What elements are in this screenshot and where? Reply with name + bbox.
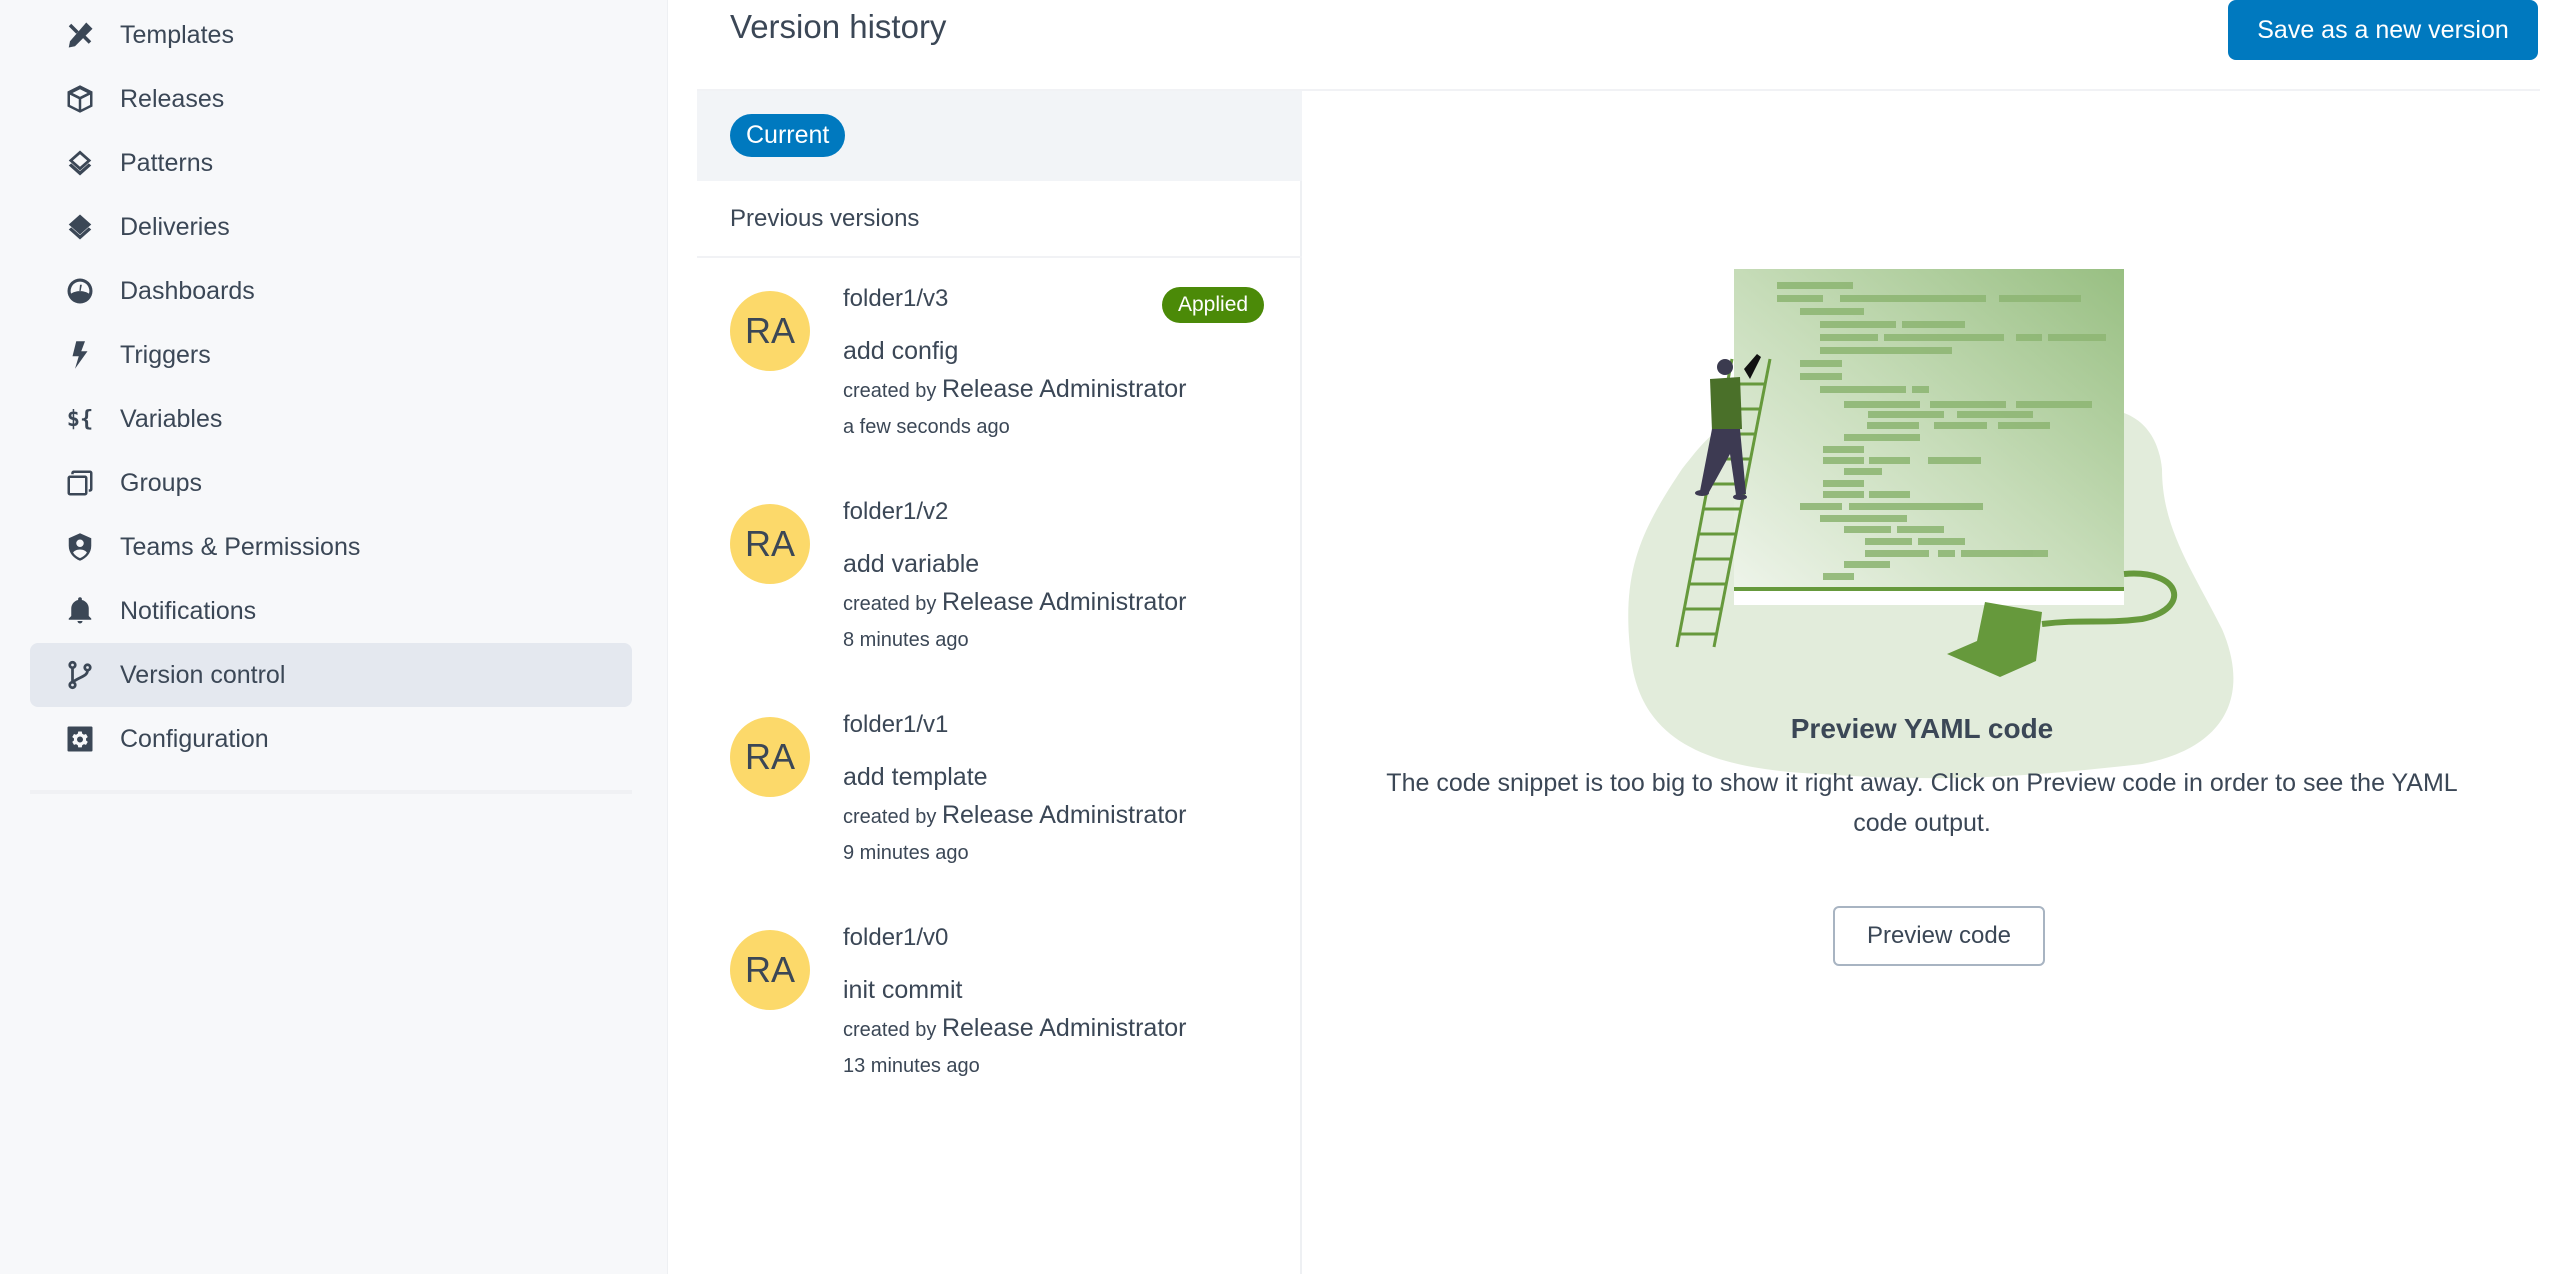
version-list-item[interactable]: RA folder1/v0 init commit created by Rel… — [697, 910, 1302, 1110]
sidebar-divider — [30, 790, 632, 794]
applied-badge: Applied — [1162, 287, 1265, 323]
avatar: RA — [730, 930, 810, 1010]
sidebar-item-version-control[interactable]: Version control — [30, 643, 632, 707]
version-created-by: created by Release Administrator — [843, 801, 1187, 830]
sidebar: Templates Releases Patterns Deliveries D… — [0, 0, 668, 1274]
code-illustration — [1628, 269, 2234, 779]
sidebar-item-label: Version control — [120, 660, 286, 689]
sidebar-item-templates[interactable]: Templates — [30, 3, 632, 67]
sidebar-item-label: Releases — [120, 84, 225, 113]
version-control-icon — [64, 659, 96, 691]
sidebar-item-variables[interactable]: ${ Variables — [30, 387, 632, 451]
created-by-label: created by — [843, 806, 937, 828]
sidebar-item-patterns[interactable]: Patterns — [30, 131, 632, 195]
version-created-by: created by Release Administrator — [843, 588, 1187, 617]
version-list-item[interactable]: RA folder1/v2 add variable created by Re… — [697, 484, 1302, 684]
page-title: Version history — [730, 8, 947, 45]
sidebar-item-teams-permissions[interactable]: Teams & Permissions — [30, 515, 632, 579]
version-list-item[interactable]: RA folder1/v1 add template created by Re… — [697, 697, 1302, 897]
notifications-icon — [64, 595, 96, 627]
groups-icon — [64, 467, 96, 499]
version-author: Release Administrator — [941, 375, 1187, 403]
version-time: 9 minutes ago — [843, 842, 969, 864]
version-list-item[interactable]: RA folder1/v3 Applied add config created… — [697, 271, 1302, 471]
version-name: folder1/v1 — [843, 711, 949, 738]
version-time: a few seconds ago — [843, 416, 1010, 438]
previous-versions-heading: Previous versions — [730, 205, 920, 232]
save-as-new-version-button[interactable]: Save as a new version — [2228, 0, 2538, 60]
version-name: folder1/v3 — [843, 285, 949, 312]
version-author: Release Administrator — [941, 1014, 1187, 1042]
sidebar-item-notifications[interactable]: Notifications — [30, 579, 632, 643]
preview-description: The code snippet is too big to show it r… — [1386, 769, 2458, 837]
version-message: add config — [843, 337, 959, 365]
preview-title: Preview YAML code — [1790, 713, 2054, 744]
sidebar-item-deliveries[interactable]: Deliveries — [30, 195, 632, 259]
avatar: RA — [730, 717, 810, 797]
created-by-label: created by — [843, 593, 937, 615]
created-by-label: created by — [843, 1019, 937, 1041]
sidebar-item-configuration[interactable]: Configuration — [30, 707, 632, 771]
sidebar-item-label: Triggers — [120, 340, 211, 369]
version-time: 8 minutes ago — [843, 629, 969, 651]
version-message: add template — [843, 763, 988, 791]
version-message: init commit — [843, 976, 963, 1004]
current-badge[interactable]: Current — [730, 114, 846, 157]
templates-icon — [64, 19, 96, 51]
sidebar-item-label: Notifications — [120, 596, 257, 625]
version-author: Release Administrator — [941, 801, 1187, 829]
sidebar-item-label: Variables — [120, 404, 223, 433]
preview-code-button[interactable]: Preview code — [1833, 906, 2045, 966]
current-version-row[interactable]: Current — [697, 91, 1302, 181]
sidebar-item-dashboards[interactable]: Dashboards — [30, 259, 632, 323]
version-message: add variable — [843, 550, 980, 578]
patterns-icon — [64, 147, 96, 179]
sidebar-item-label: Dashboards — [120, 276, 255, 305]
sidebar-item-releases[interactable]: Releases — [30, 67, 632, 131]
previous-versions-divider — [697, 256, 1302, 258]
releases-icon — [64, 83, 96, 115]
version-list-panel: Current Previous versions RA folder1/v3 … — [697, 91, 1302, 1274]
variables-icon: ${ — [66, 406, 94, 432]
version-time: 13 minutes ago — [843, 1055, 980, 1077]
version-name: folder1/v0 — [843, 924, 949, 951]
configuration-icon — [64, 723, 96, 755]
sidebar-item-label: Teams & Permissions — [120, 532, 361, 561]
avatar: RA — [730, 504, 810, 584]
teams-permissions-icon — [64, 531, 96, 563]
version-created-by: created by Release Administrator — [843, 1014, 1187, 1043]
sidebar-item-label: Configuration — [120, 724, 269, 753]
sidebar-item-label: Deliveries — [120, 212, 230, 241]
sidebar-item-label: Groups — [120, 468, 202, 497]
created-by-label: created by — [843, 380, 937, 402]
version-author: Release Administrator — [941, 588, 1187, 616]
sidebar-item-groups[interactable]: Groups — [30, 451, 632, 515]
sidebar-item-triggers[interactable]: Triggers — [30, 323, 632, 387]
yaml-preview-panel: Preview YAML code The code snippet is to… — [1304, 91, 2540, 1274]
dashboards-icon — [64, 275, 96, 307]
sidebar-item-label: Patterns — [120, 148, 214, 177]
sidebar-item-label: Templates — [120, 20, 234, 49]
version-created-by: created by Release Administrator — [843, 375, 1187, 404]
deliveries-icon — [64, 211, 96, 243]
avatar: RA — [730, 291, 810, 371]
version-name: folder1/v2 — [843, 498, 949, 525]
triggers-icon — [64, 339, 96, 371]
